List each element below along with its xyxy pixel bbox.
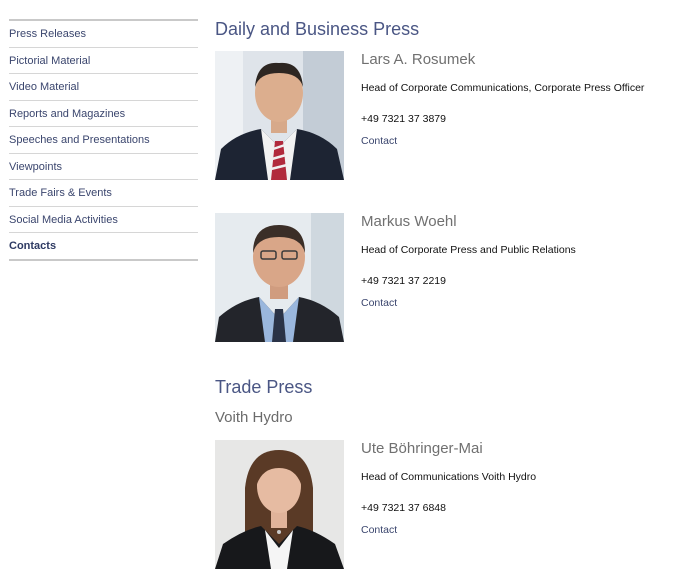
sidebar-item-social-media[interactable]: Social Media Activities	[9, 207, 198, 233]
contact-role: Head of Corporate Communications, Corpor…	[361, 82, 645, 94]
section-title-trade-press: Trade Press	[215, 377, 313, 397]
portrait-photo	[215, 213, 344, 342]
contact-card: Lars A. Rosumek Head of Corporate Commun…	[215, 51, 695, 181]
section-subtitle-voith-hydro: Voith Hydro	[215, 409, 293, 426]
portrait-photo	[215, 440, 344, 569]
main-content: Daily and Business Press Lars A. Rosumek…	[215, 0, 695, 569]
sidebar-item-trade-fairs-events[interactable]: Trade Fairs & Events	[9, 180, 198, 207]
contact-card: Ute Böhringer-Mai Head of Communications…	[215, 440, 695, 570]
contact-role: Head of Corporate Press and Public Relat…	[361, 244, 576, 256]
contact-role: Head of Communications Voith Hydro	[361, 471, 537, 483]
contact-phone: +49 7321 37 6848	[361, 502, 446, 514]
contact-phone: +49 7321 37 2219	[361, 275, 446, 287]
sidebar-item-viewpoints[interactable]: Viewpoints	[9, 154, 198, 180]
sidebar-item-reports-magazines[interactable]: Reports and Magazines	[9, 101, 198, 127]
contact-name: Lars A. Rosumek	[361, 51, 476, 68]
contact-name: Ute Böhringer-Mai	[361, 440, 483, 457]
sidebar-item-contacts[interactable]: Contacts	[9, 233, 198, 261]
contact-link[interactable]: Contact	[361, 297, 397, 309]
contact-phone: +49 7321 37 3879	[361, 113, 446, 125]
contact-card: Markus Woehl Head of Corporate Press and…	[215, 213, 695, 343]
sidebar-nav: Press Releases Pictorial Material Video …	[9, 19, 198, 261]
sidebar-item-speeches-presentations[interactable]: Speeches and Presentations	[9, 127, 198, 154]
portrait-photo	[215, 51, 344, 180]
sidebar-item-video-material[interactable]: Video Material	[9, 74, 198, 101]
contact-name: Markus Woehl	[361, 213, 457, 230]
contact-link[interactable]: Contact	[361, 524, 397, 536]
sidebar-item-press-releases[interactable]: Press Releases	[9, 21, 198, 48]
section-title-daily-business-press: Daily and Business Press	[215, 19, 420, 39]
contact-link[interactable]: Contact	[361, 135, 397, 147]
sidebar-item-pictorial-material[interactable]: Pictorial Material	[9, 48, 198, 74]
